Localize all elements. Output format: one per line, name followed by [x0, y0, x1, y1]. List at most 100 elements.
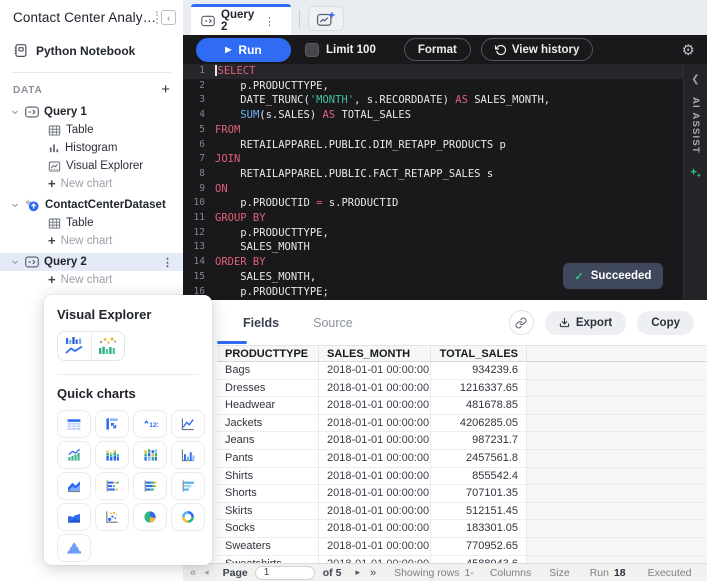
code-line-2[interactable]: 2 p.PRODUCTTYPE,	[183, 79, 683, 94]
table-row[interactable]: Shirts2018-01-01 00:00:00855542.4	[217, 468, 707, 486]
code-line-3[interactable]: 3 DATE_TRUNC('MONTH', s.RECORDDATE) AS S…	[183, 93, 683, 108]
code-line-5[interactable]: 5FROM	[183, 123, 683, 138]
new-element-tab-button[interactable]	[308, 6, 344, 31]
executed-label: Executed	[648, 567, 692, 579]
code-line-11[interactable]: 11GROUP BY	[183, 211, 683, 226]
copy-button[interactable]: Copy	[637, 311, 694, 335]
collapse-sidebar-icon: ‹	[161, 10, 176, 25]
link-button[interactable]	[509, 310, 534, 335]
tree-item-query-1-table[interactable]: Table	[0, 121, 183, 139]
tree-item-query-1[interactable]: Query 1	[0, 103, 183, 121]
table-row[interactable]: Sweatshirts2018-01-01 00:00:004588943.6	[217, 556, 707, 563]
view-history-button[interactable]: View history	[481, 38, 594, 61]
tree-item-contactcenterdataset-table[interactable]: Table	[0, 214, 183, 232]
cell-producttype: Shorts	[217, 485, 319, 502]
code-line-6[interactable]: 6 RETAILAPPAREL.PUBLIC.DIM_RETAPP_PRODUC…	[183, 138, 683, 153]
gear-icon[interactable]: ⚙	[682, 41, 699, 59]
column-header-sales_month[interactable]: SALES_MONTH	[319, 346, 431, 361]
quick-chart-big-number-icon[interactable]: 123	[133, 410, 167, 438]
cell-sales_month: 2018-01-01 00:00:00	[319, 485, 431, 502]
quick-chart-donut-icon[interactable]	[171, 503, 205, 531]
code-line-8[interactable]: 8 RETAILAPPAREL.PUBLIC.FACT_RETAPP_SALES…	[183, 167, 683, 182]
tab-menu-button[interactable]: ⋮	[264, 15, 285, 28]
line-number: 10	[183, 196, 215, 211]
size-control[interactable]: Size	[549, 567, 569, 579]
cell-total_sales: 707101.35	[431, 485, 527, 502]
table-row[interactable]: Sweaters2018-01-01 00:00:00770952.65	[217, 538, 707, 556]
line-number: 4	[183, 108, 215, 123]
sidebar-collapse-button[interactable]: ‹	[156, 10, 176, 25]
popup-divider	[57, 374, 199, 375]
chevron-down-icon[interactable]	[10, 257, 20, 267]
run-button[interactable]: ▶ Run	[196, 38, 291, 62]
code-line-1[interactable]: 1SELECT	[183, 64, 683, 79]
quick-chart-scatter-icon[interactable]	[95, 503, 129, 531]
table-row[interactable]: Socks2018-01-01 00:00:00183301.05	[217, 520, 707, 538]
code-line-10[interactable]: 10 p.PRODUCTID = s.PRODUCTID	[183, 196, 683, 211]
quick-chart-area-icon[interactable]	[57, 472, 91, 500]
expand-panel-icon[interactable]: ❮	[691, 74, 699, 85]
tree-item-query-1-histogram[interactable]: Histogram	[0, 139, 183, 157]
cell-total_sales: 2457561.8	[431, 450, 527, 467]
tree-item-query-1-visual-explorer[interactable]: Visual Explorer	[0, 157, 183, 175]
tree-item-query-1-new-chart[interactable]: +New chart	[0, 175, 183, 193]
code-line-12[interactable]: 12 p.PRODUCTTYPE,	[183, 226, 683, 241]
line-number: 13	[183, 240, 215, 255]
visual-explorer-button[interactable]	[57, 331, 125, 361]
chevron-down-icon[interactable]	[10, 200, 20, 210]
item-menu-button[interactable]: ⋮	[162, 256, 183, 269]
tree-item-contactcenterdataset-new-chart[interactable]: +New chart	[0, 232, 183, 250]
quick-chart-h-bar-icon[interactable]	[171, 472, 205, 500]
quick-chart-pie-icon[interactable]	[133, 503, 167, 531]
table-row[interactable]: Shorts2018-01-01 00:00:00707101.35	[217, 485, 707, 503]
next-page-button[interactable]: ▸	[355, 567, 360, 578]
quick-chart-h-stacked-bar-icon[interactable]	[133, 472, 167, 500]
page-number-input[interactable]	[255, 566, 315, 580]
code-line-13[interactable]: 13 SALES_MONTH	[183, 240, 683, 255]
chevron-down-icon[interactable]	[10, 107, 20, 117]
code-line-9[interactable]: 9ON	[183, 182, 683, 197]
limit-checkbox[interactable]	[305, 43, 319, 57]
table-row[interactable]: Headwear2018-01-01 00:00:00481678.85	[217, 397, 707, 415]
quick-chart-table-icon[interactable]	[57, 410, 91, 438]
quick-chart-pivot-icon[interactable]	[95, 410, 129, 438]
quick-chart-h-bar-dots-icon[interactable]	[95, 472, 129, 500]
table-row[interactable]: Jackets2018-01-01 00:00:004206285.05	[217, 415, 707, 433]
columns-control[interactable]: Columns	[490, 567, 531, 579]
code-line-4[interactable]: 4 SUM(s.SALES) AS TOTAL_SALES	[183, 108, 683, 123]
table-row[interactable]: Jeans2018-01-01 00:00:00987231.7	[217, 432, 707, 450]
quick-chart-combo-icon[interactable]	[57, 441, 91, 469]
column-header-producttype[interactable]: PRODUCTTYPE	[217, 346, 319, 361]
limit-checkbox-row[interactable]: Limit 100	[305, 43, 376, 57]
column-header-total_sales[interactable]: TOTAL_SALES	[431, 346, 527, 361]
tree-item-query-2-new-chart[interactable]: +New chart	[0, 271, 183, 289]
tab-query-2[interactable]: Query 2 ⋮	[191, 4, 291, 35]
table-row[interactable]: Dresses2018-01-01 00:00:001216337.65	[217, 380, 707, 398]
prev-page-button[interactable]: ◂	[204, 567, 209, 578]
tab-source[interactable]: Source	[313, 316, 353, 330]
table-row[interactable]: Bags2018-01-01 00:00:00934239.6	[217, 362, 707, 380]
format-button[interactable]: Format	[404, 38, 471, 61]
python-notebook-item[interactable]: Python Notebook	[0, 35, 183, 64]
quick-chart-bar-chart-icon[interactable]	[171, 441, 205, 469]
add-data-button[interactable]: +	[161, 84, 170, 96]
quick-chart-line-icon[interactable]	[171, 410, 205, 438]
last-page-button[interactable]: »	[370, 567, 376, 579]
tab-fields[interactable]: Fields	[243, 316, 279, 330]
export-button[interactable]: Export	[545, 311, 626, 335]
quick-chart-column-icon[interactable]	[133, 441, 167, 469]
code-line-7[interactable]: 7JOIN	[183, 152, 683, 167]
row-filler	[527, 520, 707, 537]
table-row[interactable]: Skirts2018-01-01 00:00:00512151.45	[217, 503, 707, 521]
first-page-button[interactable]: «	[190, 567, 196, 579]
tree-item-label: Table	[66, 124, 183, 136]
quick-chart-histogram-icon[interactable]	[57, 534, 91, 562]
table-row[interactable]: Pants2018-01-01 00:00:002457561.8	[217, 450, 707, 468]
quick-chart-stacked-column-icon[interactable]	[95, 441, 129, 469]
line-number: 5	[183, 123, 215, 138]
ai-sparkles-icon[interactable]	[689, 166, 702, 179]
showing-rows-label: Showing rows	[394, 567, 459, 579]
tree-item-contactcenterdataset[interactable]: ContactCenterDataset	[0, 196, 183, 214]
tree-item-query-2[interactable]: Query 2⋮	[0, 253, 183, 271]
quick-chart-area-filled-icon[interactable]	[57, 503, 91, 531]
